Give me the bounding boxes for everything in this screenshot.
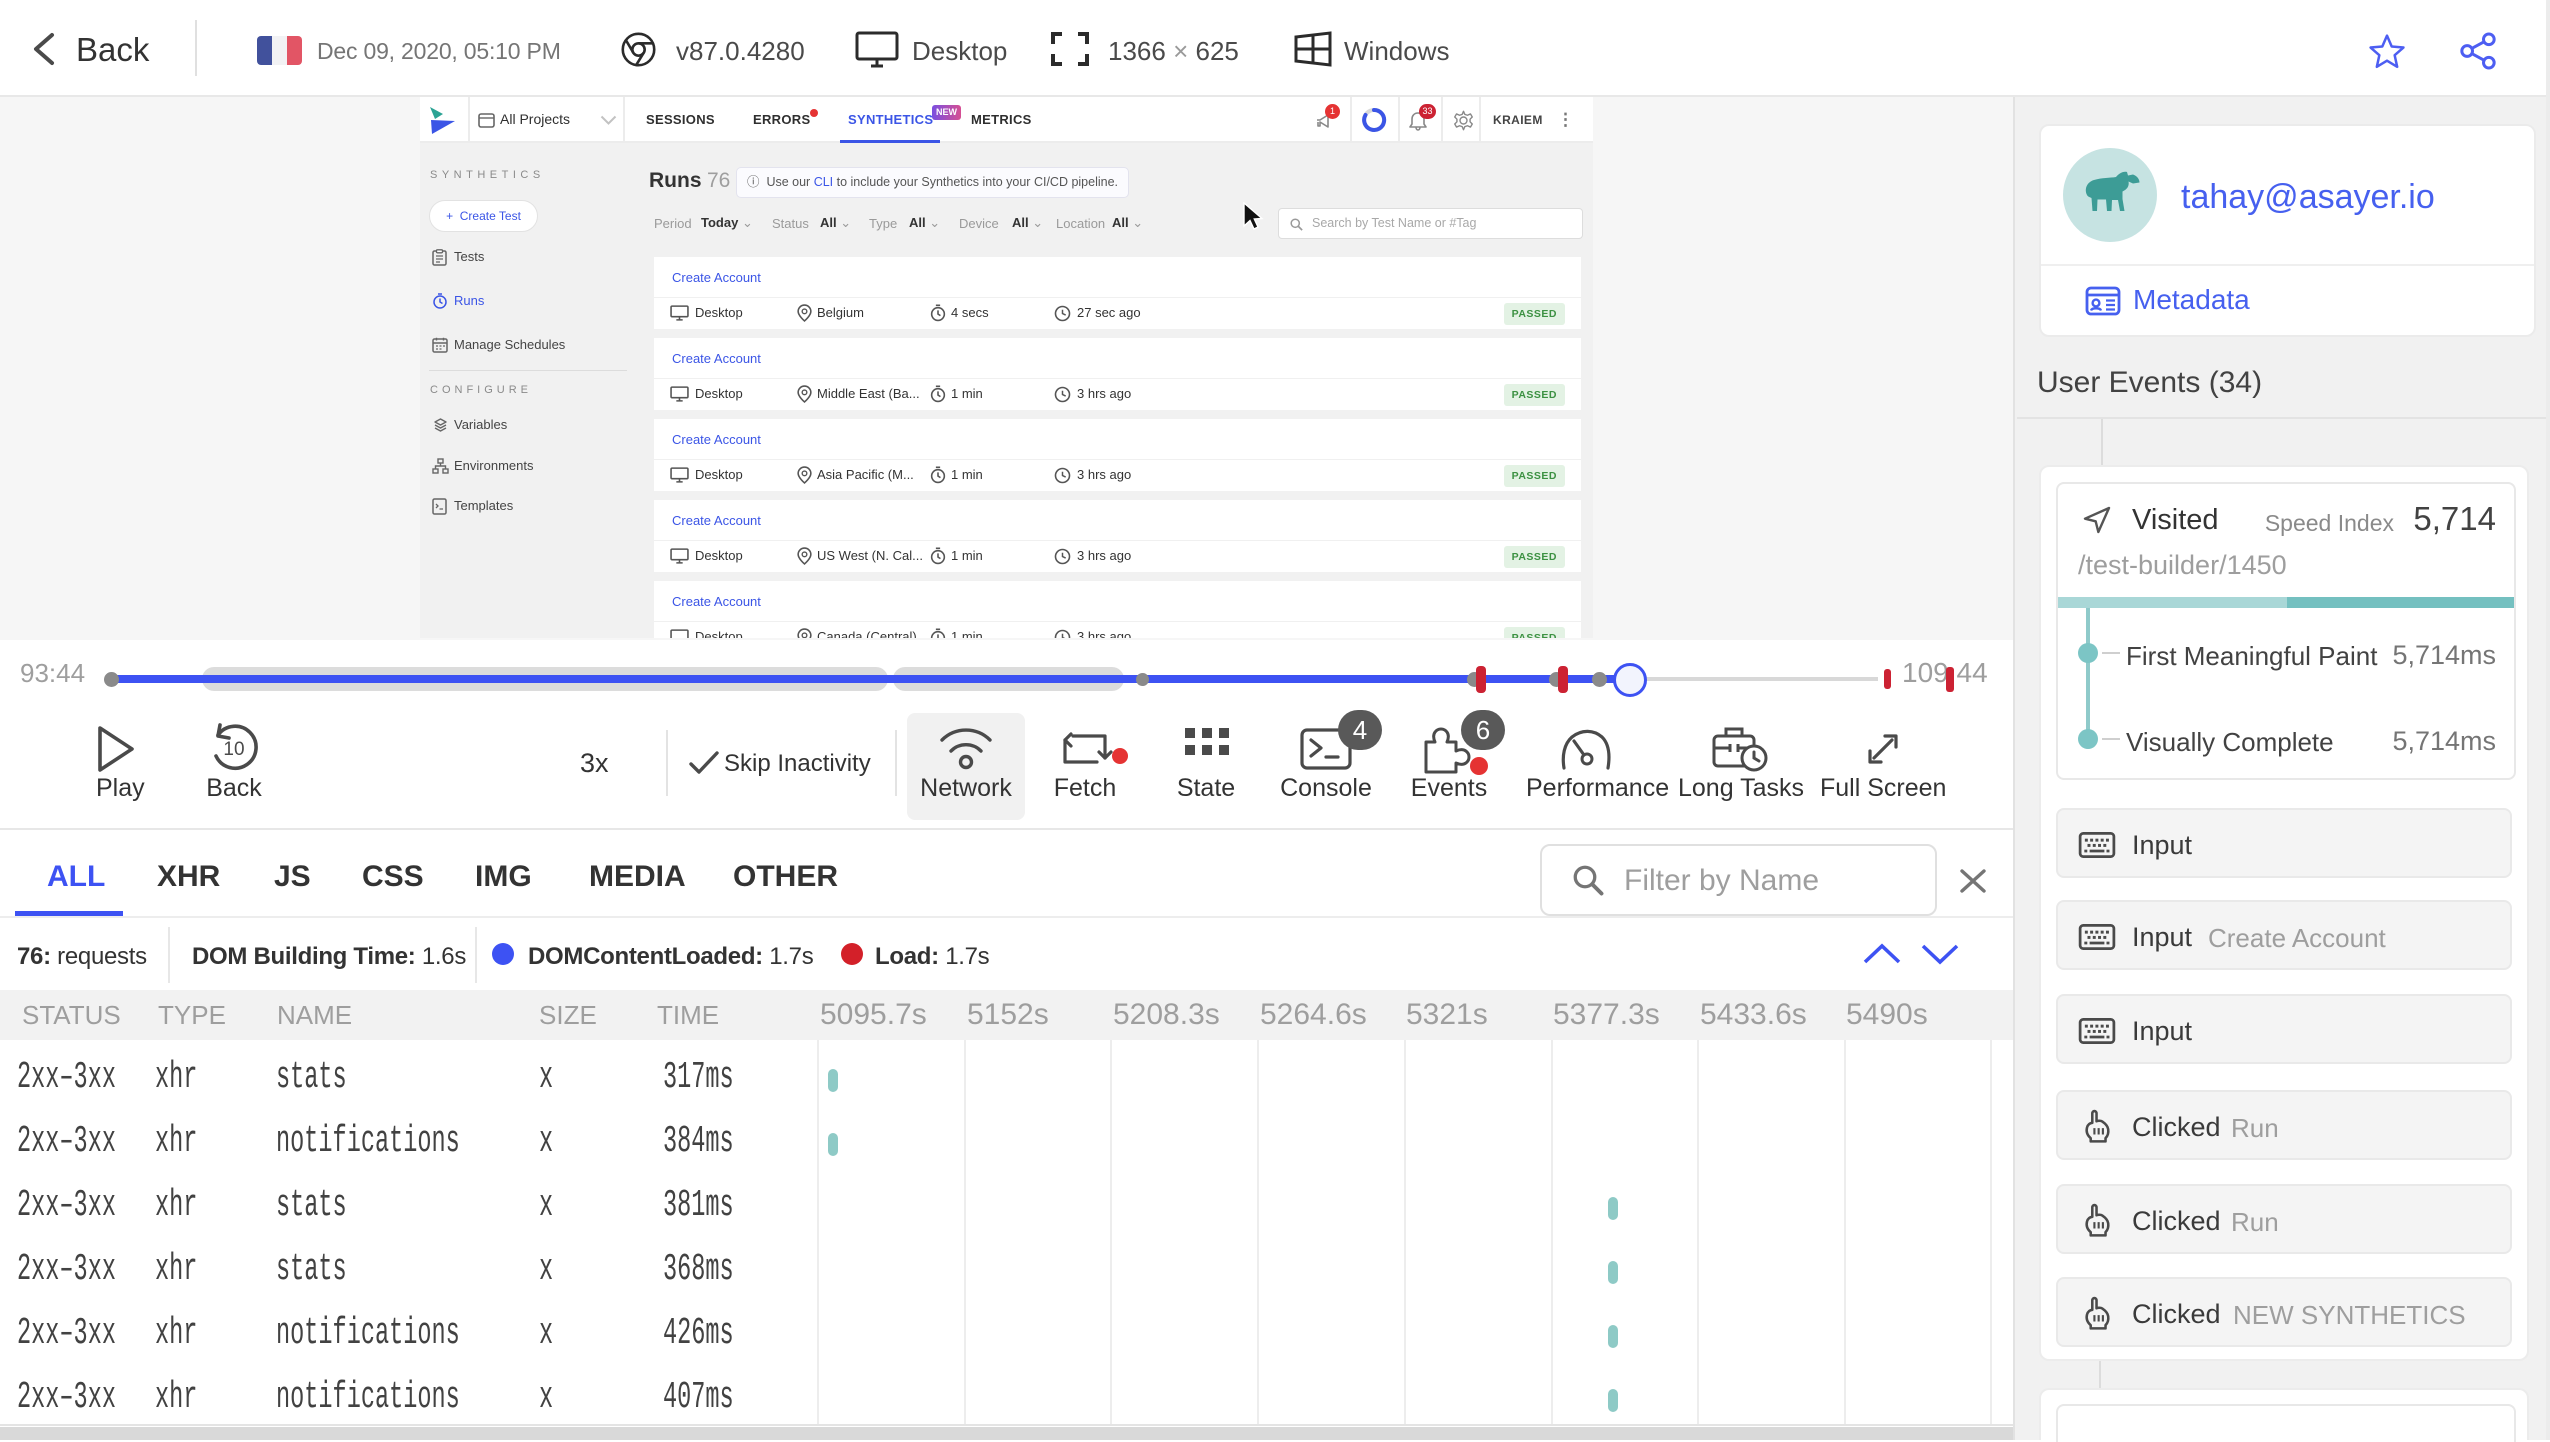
svg-text:10: 10 (223, 739, 244, 760)
